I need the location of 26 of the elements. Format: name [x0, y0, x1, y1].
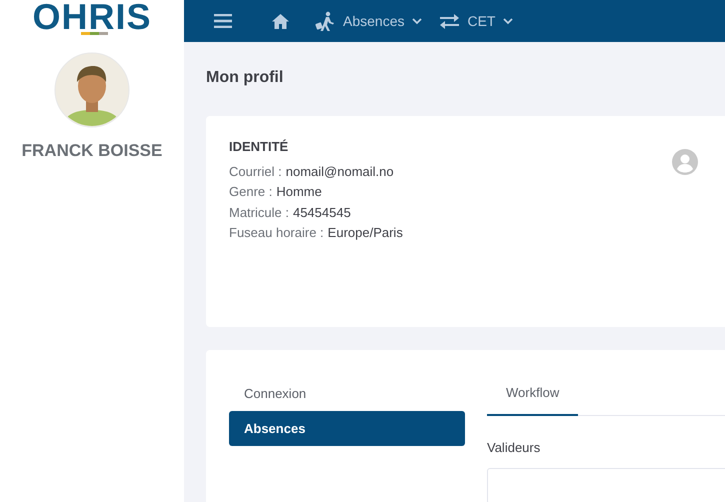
menu-item[interactable]: Connexion: [229, 376, 465, 411]
validators-field[interactable]: [487, 468, 725, 502]
field-label: Matricule :: [229, 204, 289, 222]
nav-dropdown[interactable]: Absences: [315, 10, 422, 32]
chevron-down-icon: [503, 18, 514, 24]
card-heading: IDENTITÉ: [229, 138, 290, 156]
field-value: Homme: [276, 183, 322, 201]
field-value: 45454545: [292, 204, 351, 222]
field-label: Valideurs: [487, 439, 542, 457]
field-value: Europe/Paris: [328, 224, 403, 242]
page-title: Mon profil: [206, 68, 284, 88]
logo: OHRIS: [32, 0, 152, 39]
tab[interactable]: Workflow: [487, 372, 578, 416]
field-label: Genre :: [229, 183, 272, 201]
traveler-icon: [315, 11, 335, 31]
field-label: Courriel :: [229, 162, 282, 180]
field-label: Fuseau horaire :: [229, 224, 324, 242]
user-name: FRANCK BOISSE: [22, 140, 162, 162]
user-circle-icon: [672, 149, 698, 175]
nav-dropdown[interactable]: CET: [440, 10, 514, 32]
home-icon[interactable]: [272, 14, 289, 28]
menu-icon[interactable]: [214, 14, 232, 28]
swap-arrows-icon: [440, 14, 460, 28]
field-value: nomail@nomail.no: [286, 162, 394, 180]
menu-item[interactable]: Absences: [229, 411, 465, 446]
chevron-down-icon: [412, 18, 422, 24]
